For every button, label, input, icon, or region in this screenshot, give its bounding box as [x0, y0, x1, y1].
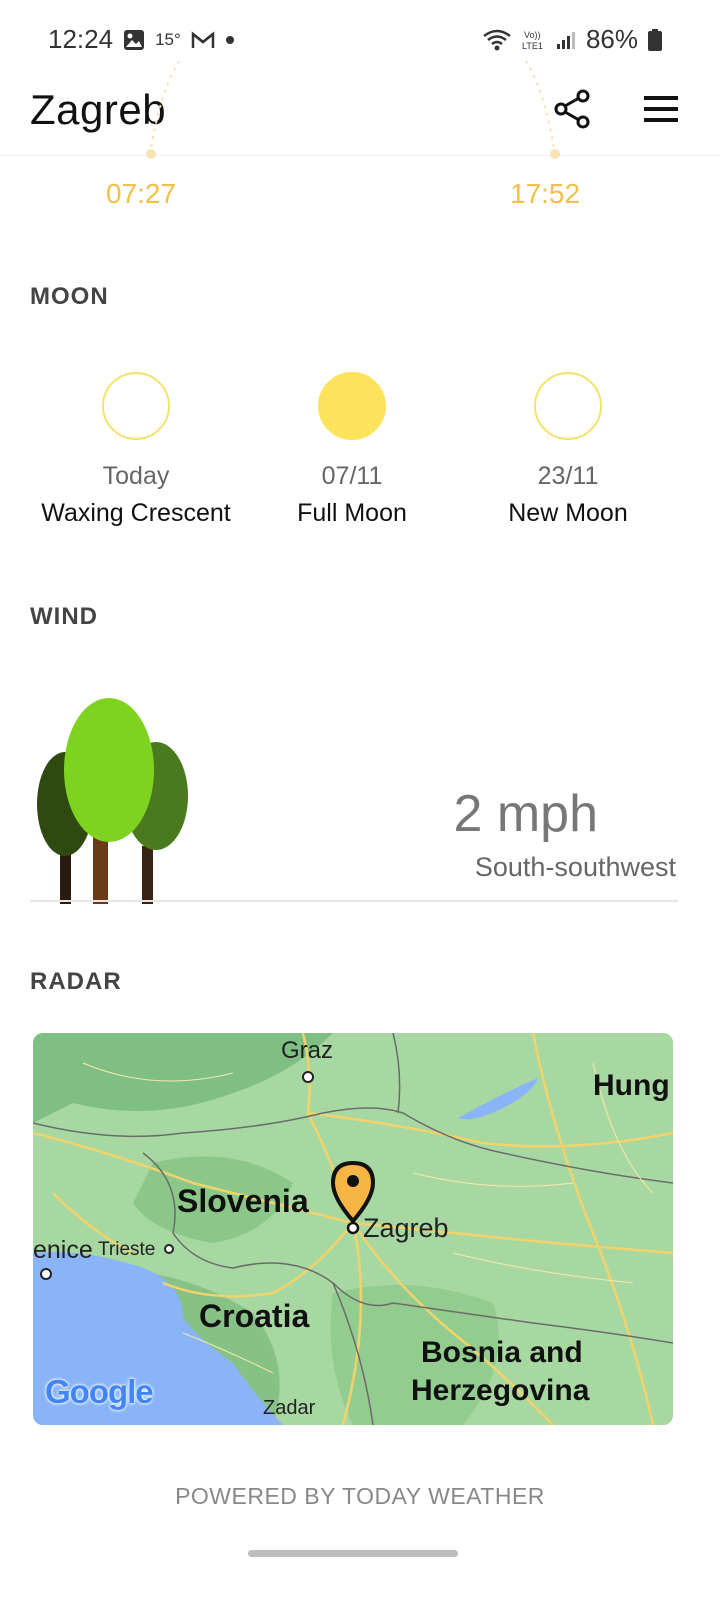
- menu-button[interactable]: [640, 92, 682, 126]
- radar-section-title: RADAR: [30, 968, 122, 995]
- battery-percent: 86%: [585, 24, 638, 54]
- powered-by-label: POWERED BY TODAY WEATHER: [175, 1483, 545, 1509]
- moon-phase-icon: [534, 372, 602, 440]
- moon-phase-icon: [102, 372, 170, 440]
- map-label-graz: Graz: [281, 1037, 334, 1064]
- radar-map[interactable]: Graz Hung Slovenia Zagreb enice Trieste …: [33, 1033, 673, 1425]
- wind-trees-illustration: [34, 698, 194, 904]
- gallery-icon: [123, 29, 145, 51]
- google-logo-text: Google: [45, 1373, 154, 1410]
- trees-icon: [37, 698, 188, 904]
- signal-icon: [556, 30, 576, 50]
- moon-phase-label: Waxing Crescent: [41, 499, 231, 527]
- moon-date: Today: [102, 462, 170, 490]
- moon-item-full: 07/11 Full Moon: [242, 372, 462, 528]
- sunset-dot: [550, 149, 560, 159]
- google-logo: Google: [45, 1373, 154, 1411]
- wind-section-title: WIND: [30, 603, 98, 630]
- hamburger-menu-icon: [644, 96, 678, 122]
- svg-text:Vo)): Vo)): [524, 30, 541, 40]
- map-label-hungary: Hung: [593, 1069, 670, 1102]
- wifi-icon: [482, 28, 512, 52]
- sunset-time: 17:52: [510, 178, 581, 209]
- sunrise-dot: [146, 149, 156, 159]
- divider: [30, 900, 678, 902]
- notification-dot-icon: [225, 35, 235, 45]
- map-label-zadar: Zadar: [263, 1397, 316, 1419]
- map-label-venice: enice: [33, 1236, 93, 1264]
- sunrise-time: 07:27: [106, 178, 177, 209]
- status-left: 12:24 15°: [48, 24, 235, 55]
- map-label-croatia: Croatia: [199, 1298, 310, 1334]
- moon-section-title: MOON: [30, 283, 109, 310]
- status-temperature: 15°: [155, 29, 181, 49]
- network-label: LTE1: [522, 41, 543, 51]
- moon-item-new: 23/11 New Moon: [458, 372, 678, 528]
- gmail-icon: [191, 30, 215, 50]
- moon-date: 23/11: [537, 462, 599, 490]
- moon-phase-icon: [318, 372, 386, 440]
- volte-icon: Vo)) LTE1: [522, 28, 546, 52]
- status-right: Vo)) LTE1 86%: [482, 24, 662, 55]
- map-label-zagreb: Zagreb: [363, 1213, 449, 1243]
- moon-phase-label: Full Moon: [297, 499, 407, 527]
- map-label-slovenia: Slovenia: [177, 1183, 309, 1219]
- moon-date: 07/11: [321, 462, 383, 490]
- wind-direction: South-southwest: [474, 852, 676, 882]
- battery-icon: [648, 28, 662, 51]
- wind-speed: 2 mph: [453, 785, 598, 843]
- map-label-trieste: Trieste: [98, 1239, 156, 1260]
- home-indicator[interactable]: [248, 1550, 458, 1557]
- moon-phase-label: New Moon: [508, 499, 628, 527]
- map-label-bosnia-line2: Herzegovina: [411, 1374, 590, 1407]
- moon-item-today: Today Waxing Crescent: [26, 372, 246, 528]
- status-time: 12:24: [48, 24, 114, 54]
- map-label-bosnia-line1: Bosnia and: [421, 1336, 583, 1369]
- sun-arc: [149, 60, 556, 156]
